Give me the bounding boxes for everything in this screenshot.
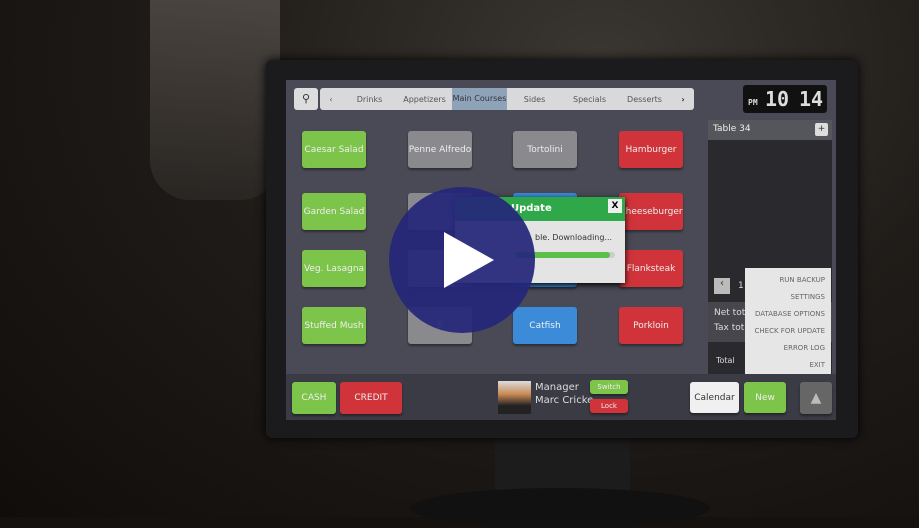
menu-item-button[interactable]: Tortolini xyxy=(513,131,577,168)
cash-button[interactable]: CASH xyxy=(292,382,336,414)
menu-item-button[interactable]: Flanksteak xyxy=(619,250,683,287)
play-button[interactable] xyxy=(389,187,535,333)
table-header: Table 34 + xyxy=(708,120,832,140)
add-table-button[interactable]: + xyxy=(815,123,828,136)
menu-item-button[interactable]: Caesar Salad xyxy=(302,131,366,168)
menu-item-button[interactable]: Veg. Lasagna xyxy=(302,250,366,287)
menu-check-for-update[interactable]: CHECK FOR UPDATE xyxy=(745,327,825,344)
dialog-message: ble. Downloading... xyxy=(535,233,613,242)
menu-settings[interactable]: SETTINGS xyxy=(745,293,825,310)
search-button[interactable]: ⚲ xyxy=(294,88,318,110)
table-title: Table 34 xyxy=(713,124,751,134)
credit-button[interactable]: CREDIT xyxy=(340,382,402,414)
page-prev-button[interactable]: ‹ xyxy=(714,278,730,294)
lock-button[interactable]: Lock xyxy=(590,399,628,413)
menu-item-button[interactable]: Catfish xyxy=(513,307,577,344)
menu-database-options[interactable]: DATABASE OPTIONS xyxy=(745,310,825,327)
dialog-close-button[interactable]: X xyxy=(608,199,622,213)
tabs-prev-icon[interactable]: ‹ xyxy=(320,95,342,104)
monitor-base xyxy=(410,488,710,528)
menu-run-backup[interactable]: RUN BACKUP xyxy=(745,276,825,293)
switch-user-button[interactable]: Switch xyxy=(590,380,628,394)
user-role: Manager xyxy=(535,382,579,393)
clock-minute: 14 xyxy=(799,87,824,111)
page-number: 1 xyxy=(738,281,744,291)
tab-sides[interactable]: Sides xyxy=(507,95,562,104)
menu-error-log[interactable]: ERROR LOG xyxy=(745,344,825,361)
expand-up-button[interactable]: ▲ xyxy=(800,382,832,414)
new-order-button[interactable]: New xyxy=(744,382,786,413)
menu-item-button[interactable]: Cheeseburger xyxy=(619,193,683,230)
tab-main-courses[interactable]: Main Courses xyxy=(452,88,507,110)
background-person xyxy=(150,0,280,200)
tab-appetizers[interactable]: Appetizers xyxy=(397,95,452,104)
total-label: Total xyxy=(716,356,735,365)
menu-item-button[interactable]: Stuffed Mush xyxy=(302,307,366,344)
menu-item-button[interactable]: Hamburger xyxy=(619,131,683,168)
user-name: Marc Cricke xyxy=(535,395,594,406)
play-icon xyxy=(444,232,494,288)
tab-drinks[interactable]: Drinks xyxy=(342,95,397,104)
clock-ampm: PM xyxy=(748,98,758,107)
menu-item-button[interactable]: Penne Alfredo xyxy=(408,131,472,168)
magnifier-icon: ⚲ xyxy=(301,92,311,105)
avatar xyxy=(498,381,531,414)
menu-item-button[interactable]: Porkloin xyxy=(619,307,683,344)
calendar-button[interactable]: Calendar xyxy=(690,382,739,413)
clock-hour: 10 xyxy=(765,87,790,111)
tabs-next-icon[interactable]: › xyxy=(672,95,694,104)
category-tabs: ‹ Drinks Appetizers Main Courses Sides S… xyxy=(320,88,694,110)
tab-specials[interactable]: Specials xyxy=(562,95,617,104)
pos-screen: ⚲ ‹ Drinks Appetizers Main Courses Sides… xyxy=(286,80,836,420)
system-menu: RUN BACKUP SETTINGS DATABASE OPTIONS CHE… xyxy=(745,268,831,380)
tab-desserts[interactable]: Desserts xyxy=(617,95,672,104)
clock: PM 10 14 xyxy=(743,85,827,113)
chevron-up-icon: ▲ xyxy=(810,390,822,406)
menu-item-button[interactable]: Garden Salad xyxy=(302,193,366,230)
